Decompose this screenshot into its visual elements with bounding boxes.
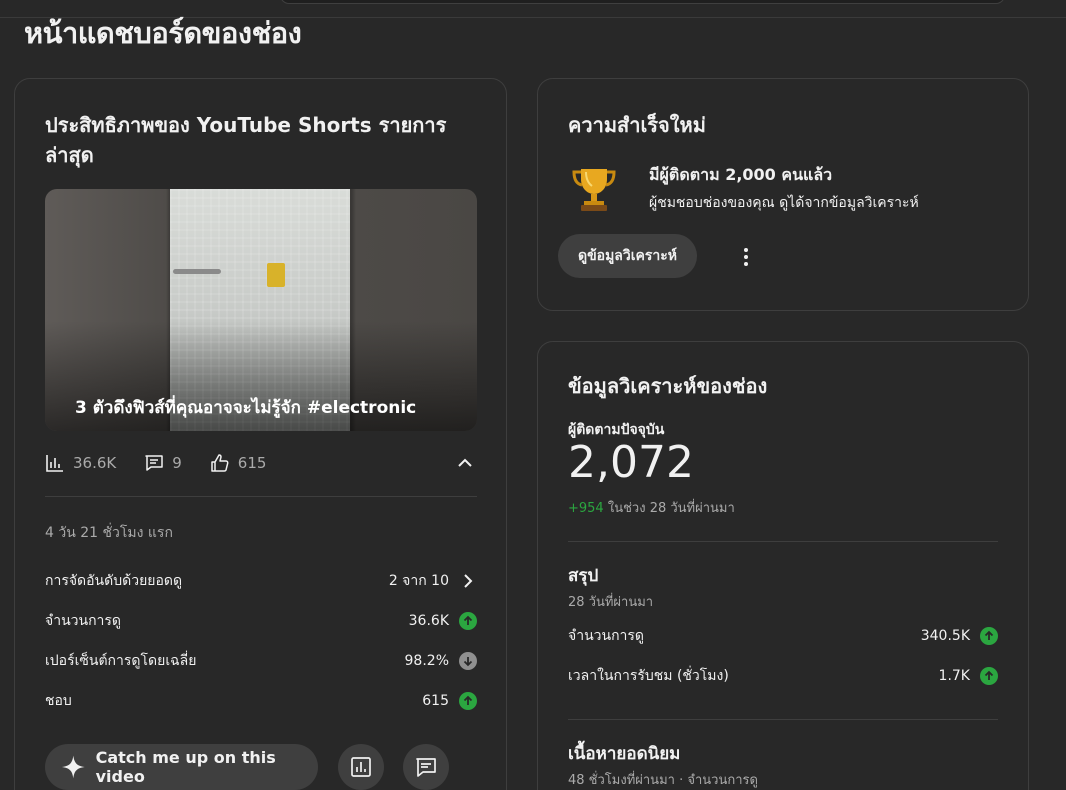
likes-count: 615 [237,454,267,472]
thumbs-up-icon [211,454,229,472]
shorts-thumbnail[interactable]: 3 ตัวดึงฟิวส์ที่คุณอาจจะไม่รู้จัก #elect… [45,189,477,431]
metric-value: 36.6K [408,613,449,629]
search-box-edge[interactable] [280,0,1005,4]
trend-up-icon [980,627,998,645]
thumbnail-caption: 3 ตัวดึงฟิวส์ที่คุณอาจจะไม่รู้จัก #elect… [75,398,417,418]
trend-up-icon [459,692,477,710]
metric-label: จำนวนการดู [568,628,645,644]
thumbnail-wire [173,269,221,274]
achievement-card: ความสำเร็จใหม่ มีผู้ติดตาม 2,000 คนแล้ว … [537,78,1029,311]
achievement-headline: มีผู้ติดตาม 2,000 คนแล้ว [649,165,833,184]
thumbnail-chip [267,263,285,287]
metric-label: เวลาในการรับชม (ชั่วโมง) [568,668,729,684]
metric-label: จำนวนการดู [45,613,122,629]
analytics-icon [351,757,371,777]
chevron-right-icon [464,574,473,588]
stats-divider [45,496,477,497]
views-stat: 36.6K [45,453,116,473]
metric-label: ชอบ [45,693,72,709]
comments-count: 9 [172,454,182,472]
trend-up-icon [459,612,477,630]
summary-row-watch-time: เวลาในการรับชม (ชั่วโมง) 1.7K [568,664,998,688]
channel-analytics-card: ข้อมูลวิเคราะห์ของช่อง ผู้ติดตามปัจจุบัน… [537,341,1029,790]
metric-value: 98.2% [404,653,449,669]
likes-stat: 615 [210,453,267,473]
comment-icon [145,455,163,471]
top-content-subtitle: 48 ชั่วโมงที่ผ่านมา · จำนวนการดู [568,773,758,788]
metric-row-ranking[interactable]: การจัดอันดับด้วยยอดดู 2 จาก 10 [45,569,477,593]
shorts-stats-row: 36.6K 9 615 [45,451,477,475]
subscribers-change: +954 ในช่วง 28 วันที่ผ่านมา [568,497,735,518]
summary-title: สรุป [568,566,599,586]
trophy-icon [572,169,616,211]
metric-value: 615 [422,693,449,709]
sparkle-icon [61,755,85,779]
subscribers-change-value: +954 [568,501,604,516]
page-title: หน้าแดชบอร์ดของช่อง [24,16,302,50]
comment-icon [416,758,436,777]
achievement-title: ความสำเร็จใหม่ [568,113,706,137]
bar-chart-icon [46,455,63,472]
views-count: 36.6K [73,454,117,472]
more-vert-icon[interactable] [734,245,758,269]
chevron-up-icon[interactable] [453,451,477,475]
metric-label: การจัดอันดับด้วยยอดดู [45,573,183,589]
trend-up-icon [980,667,998,685]
metric-value: 340.5K [920,628,970,644]
metric-row-avg-percent: เปอร์เซ็นต์การดูโดยเฉลี่ย 98.2% [45,649,477,673]
analytics-divider [568,541,998,542]
metric-value: 1.7K [938,668,970,684]
subscribers-change-period: ในช่วง 28 วันที่ผ่านมา [607,501,735,516]
analytics-button[interactable] [338,744,384,790]
comments-button[interactable] [403,744,449,790]
achievement-subtext: ผู้ชมชอบช่องของคุณ ดูได้จากข้อมูลวิเคราะ… [649,195,919,211]
summary-divider [568,719,998,720]
comments-stat: 9 [144,453,182,473]
subscribers-value: 2,072 [568,437,694,488]
metric-label: เปอร์เซ็นต์การดูโดยเฉลี่ย [45,653,197,669]
summary-period: 28 วันที่ผ่านมา [568,595,654,610]
top-content-title: เนื้อหายอดนิยม [568,744,681,764]
shorts-card-title: ประสิทธิภาพของ YouTube Shorts รายการล่าส… [45,113,447,167]
metric-row-likes: ชอบ 615 [45,689,477,713]
metric-value: 2 จาก 10 [388,573,449,589]
summary-row-views: จำนวนการดู 340.5K [568,624,998,648]
metric-row-views: จำนวนการดู 36.6K [45,609,477,633]
video-age: 4 วัน 21 ชั่วโมง แรก [45,525,173,541]
catch-me-up-button[interactable]: Catch me up on this video [45,744,318,790]
view-analytics-button[interactable]: ดูข้อมูลวิเคราะห์ [558,234,698,278]
analytics-title: ข้อมูลวิเคราะห์ของช่อง [568,374,768,398]
catch-me-up-label: Catch me up on this video [95,748,276,786]
shorts-performance-card: ประสิทธิภาพของ YouTube Shorts รายการล่าส… [14,78,507,790]
trend-down-icon [459,652,477,670]
